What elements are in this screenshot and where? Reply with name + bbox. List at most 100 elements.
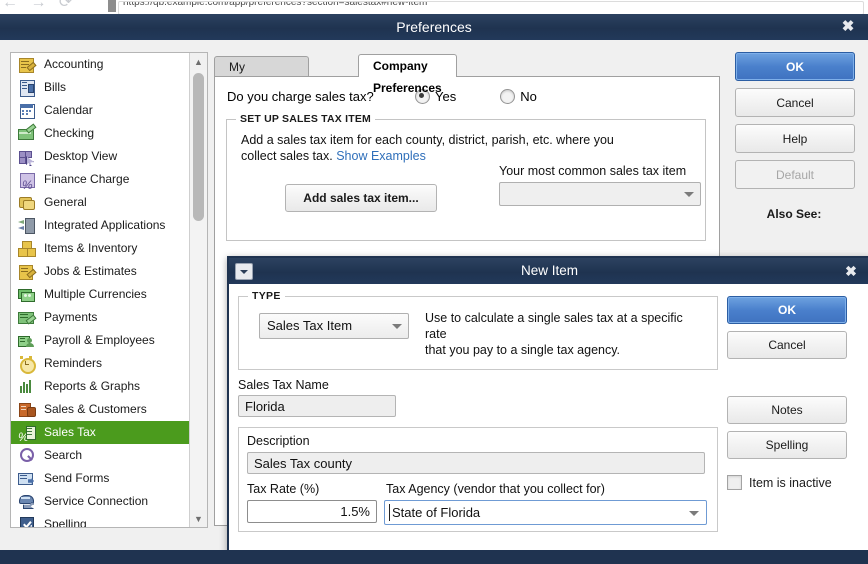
charge-sales-tax-question: Do you charge sales tax?: [227, 89, 374, 104]
preferences-help-button[interactable]: Help: [735, 124, 855, 153]
send-forms-icon: [18, 470, 35, 487]
type-group: TYPE Sales Tax Item Use to calculate a s…: [238, 290, 718, 370]
sidebar-item-label: Sales & Customers: [44, 402, 147, 416]
sidebar-item-bills[interactable]: Bills: [11, 76, 189, 99]
description-value: Sales Tax county: [254, 455, 353, 471]
preferences-default-label: Default: [775, 167, 815, 182]
type-group-title: TYPE: [248, 290, 285, 302]
sidebar-item-label: Spelling: [44, 517, 87, 528]
preferences-body: Accounting Bills Calendar Checking Desktop V…: [0, 40, 868, 564]
tab-my-preferences[interactable]: My Preferences: [214, 56, 309, 94]
general-icon: [18, 194, 35, 211]
description-group: Description Sales Tax county Tax Rate (%…: [238, 427, 718, 532]
items-inventory-icon: [18, 240, 36, 257]
text-caret: [389, 504, 390, 521]
new-item-spelling-button[interactable]: Spelling: [727, 431, 847, 459]
sales-tax-name-input[interactable]: Florida: [238, 395, 396, 417]
sales-tax-icon: %: [18, 424, 36, 444]
sidebar-item-sales-customers[interactable]: Sales & Customers: [11, 398, 189, 421]
tax-rate-value: 1.5%: [340, 504, 370, 519]
item-is-inactive-checkbox[interactable]: [727, 475, 742, 490]
new-item-titlebar: New Item ✖: [229, 258, 868, 284]
sales-tax-name-value: Florida: [245, 398, 285, 414]
sidebar-item-label: Sales Tax: [44, 425, 96, 439]
preferences-default-button: Default: [735, 160, 855, 189]
sidebar-item-items-inventory[interactable]: Items & Inventory: [11, 237, 189, 260]
sidebar-item-reminders[interactable]: Reminders: [11, 352, 189, 375]
sidebar-scrollbar[interactable]: ▲ ▼: [189, 53, 207, 527]
setup-sales-tax-item-title: SET UP SALES TAX ITEM: [236, 113, 375, 125]
sidebar-item-desktop-view[interactable]: Desktop View: [11, 145, 189, 168]
taskbar: [0, 550, 868, 564]
sidebar-item-integrated-applications[interactable]: Integrated Applications: [11, 214, 189, 237]
add-sales-tax-item-label: Add sales tax item...: [303, 191, 419, 205]
radio-option-no[interactable]: No: [500, 89, 537, 104]
item-is-inactive-checkbox-row[interactable]: Item is inactive: [727, 475, 845, 490]
accounting-icon: [18, 56, 37, 73]
sidebar-item-label: Reminders: [44, 356, 103, 370]
tax-agency-dropdown[interactable]: State of Florida: [384, 500, 707, 525]
close-icon[interactable]: ✖: [836, 14, 860, 40]
sidebar-item-checking[interactable]: Checking: [11, 122, 189, 145]
preferences-title: Preferences: [396, 19, 472, 35]
sidebar-item-multiple-currencies[interactable]: Multiple Currencies: [11, 283, 189, 306]
type-description-line1: Use to calculate a single sales tax at a…: [425, 311, 683, 341]
setup-text-line2: collect sales tax.: [241, 149, 333, 163]
preferences-cancel-button[interactable]: Cancel: [735, 88, 855, 117]
sidebar-item-sales-tax[interactable]: % Sales Tax: [11, 421, 189, 444]
tab-company-preferences[interactable]: Company Preferences: [358, 54, 457, 95]
chevron-down-icon[interactable]: [684, 192, 694, 197]
sidebar-item-payroll-employees[interactable]: Payroll & Employees: [11, 329, 189, 352]
sidebar-item-label: Jobs & Estimates: [44, 264, 137, 278]
spelling-icon: Abc: [18, 516, 42, 527]
sidebar-item-accounting[interactable]: Accounting: [11, 53, 189, 76]
sidebar-item-finance-charge[interactable]: % Finance Charge: [11, 168, 189, 192]
type-description-line2: that you pay to a single tax agency.: [425, 343, 621, 357]
sidebar-item-label: Bills: [44, 80, 67, 94]
sidebar-item-label: Integrated Applications: [44, 218, 166, 232]
sidebar-item-send-forms[interactable]: Send Forms: [11, 467, 189, 490]
browser-url-bar[interactable]: https://qb.example.com/app/preferences?s…: [118, 1, 864, 14]
scroll-up-icon[interactable]: ▲: [190, 53, 207, 70]
sidebar-item-calendar[interactable]: Calendar: [11, 99, 189, 122]
sidebar-item-service-connection[interactable]: Service Connection: [11, 490, 189, 513]
show-examples-link[interactable]: Show Examples: [336, 149, 426, 163]
sidebar-item-label: General: [44, 195, 87, 209]
sidebar-item-general[interactable]: General: [11, 191, 189, 214]
tax-rate-input[interactable]: 1.5%: [247, 500, 377, 523]
scrollbar-thumb[interactable]: [193, 73, 204, 221]
sidebar-item-search[interactable]: Search: [11, 444, 189, 467]
new-item-ok-label: OK: [778, 303, 796, 317]
reports-graphs-icon: [18, 378, 35, 395]
sales-customers-icon: [18, 401, 36, 418]
sidebar-item-jobs-estimates[interactable]: Jobs & Estimates: [11, 260, 189, 283]
sidebar-item-label: Reports & Graphs: [44, 379, 141, 393]
sidebar-item-payments[interactable]: Payments: [11, 306, 189, 329]
new-item-spelling-label: Spelling: [765, 438, 809, 452]
sidebar-item-label: Calendar: [44, 103, 93, 117]
radio-no-icon[interactable]: [500, 89, 516, 104]
add-sales-tax-item-button[interactable]: Add sales tax item...: [285, 184, 437, 212]
chevron-down-icon[interactable]: [689, 510, 699, 516]
jobs-estimates-icon: [18, 263, 37, 280]
new-item-ok-button[interactable]: OK: [727, 296, 847, 324]
browser-nav-icons[interactable]: ← → ⟳: [2, 0, 76, 12]
also-see-heading: Also See:: [766, 207, 822, 221]
new-item-notes-label: Notes: [771, 403, 803, 417]
new-item-cancel-button[interactable]: Cancel: [727, 331, 847, 359]
sidebar-list: Accounting Bills Calendar Checking Desktop V…: [11, 53, 189, 528]
browser-tab-nub[interactable]: [108, 0, 116, 12]
scroll-down-icon[interactable]: ▼: [190, 510, 207, 527]
description-input[interactable]: Sales Tax county: [247, 452, 705, 474]
preferences-ok-button[interactable]: OK: [735, 52, 855, 81]
tax-agency-value: State of Florida: [392, 505, 481, 520]
sidebar-item-spelling[interactable]: AbcSpelling: [11, 513, 189, 528]
bills-icon: [18, 79, 35, 97]
item-type-dropdown[interactable]: Sales Tax Item: [259, 313, 409, 339]
chevron-down-icon[interactable]: [392, 324, 402, 329]
new-item-notes-button[interactable]: Notes: [727, 396, 847, 424]
sidebar-item-label: Send Forms: [44, 471, 110, 485]
common-sales-tax-item-dropdown[interactable]: [499, 182, 701, 206]
new-item-close-icon[interactable]: ✖: [840, 258, 862, 284]
sidebar-item-reports-graphs[interactable]: Reports & Graphs: [11, 375, 189, 398]
